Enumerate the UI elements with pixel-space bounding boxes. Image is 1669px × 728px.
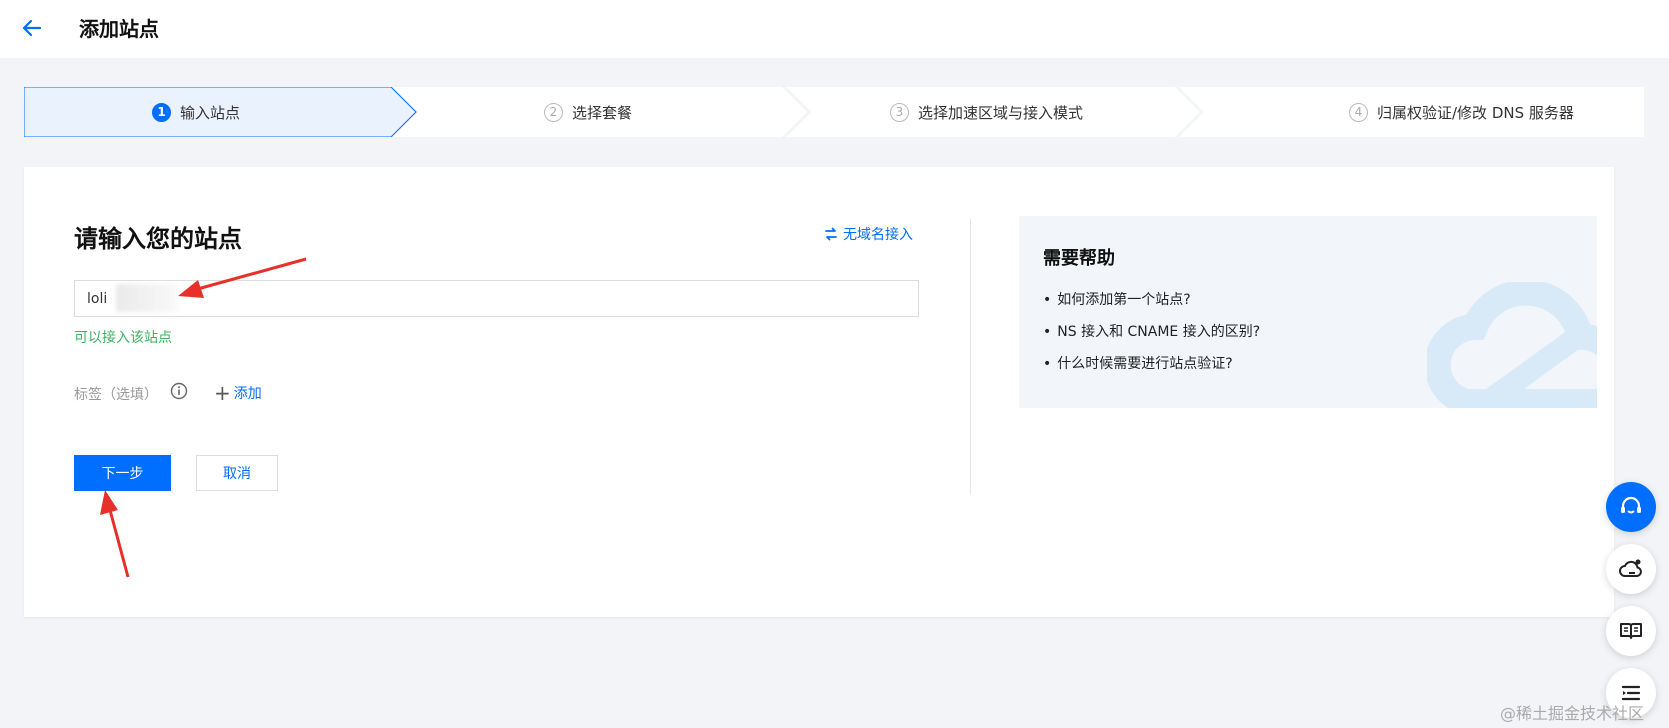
help-panel: 需要帮助 如何添加第一个站点? NS 接入和 CNAME 接入的区别? 什么时候… [1019, 216, 1597, 408]
watermark: @稀土掘金技术社区 [1500, 704, 1645, 723]
step-3-label: 选择加速区域与接入模式 [918, 103, 1084, 122]
help-link-site-verification[interactable]: 什么时候需要进行站点验证? [1043, 353, 1260, 385]
step-2-label: 选择套餐 [572, 103, 633, 122]
step-2: 2 选择套餐 [544, 87, 632, 137]
help-title: 需要帮助 [1043, 248, 1115, 269]
next-step-button[interactable]: 下一步 [74, 455, 171, 491]
support-button[interactable] [1606, 482, 1656, 532]
help-list: 如何添加第一个站点? NS 接入和 CNAME 接入的区别? 什么时候需要进行站… [1043, 289, 1260, 385]
back-arrow-icon[interactable] [20, 16, 44, 40]
headset-icon [1621, 496, 1641, 514]
no-domain-label: 无域名接入 [843, 227, 913, 243]
form-title: 请输入您的站点 [74, 225, 242, 253]
step-1-number: 1 [152, 102, 171, 122]
cloud-icon [1619, 559, 1642, 577]
book-icon [1620, 623, 1642, 639]
step-3-number: 3 [890, 102, 909, 122]
step-progress: 1 输入站点 2 选择套餐 3 选择加速区域与接入模式 4 归属权验证/修改 D… [24, 87, 1644, 137]
vertical-divider [970, 219, 971, 495]
cloud-button[interactable] [1606, 544, 1656, 594]
help-link-first-site[interactable]: 如何添加第一个站点? [1043, 289, 1260, 321]
step-4-label: 归属权验证/修改 DNS 服务器 [1377, 103, 1574, 122]
step-2-number: 2 [544, 102, 563, 122]
plus-icon: + [214, 381, 231, 405]
cancel-button[interactable]: 取消 [196, 455, 278, 491]
tag-label: 标签（选填） [74, 387, 158, 403]
site-input[interactable] [74, 280, 919, 317]
add-tag-label: 添加 [233, 386, 262, 402]
help-link-ns-vs-cname[interactable]: NS 接入和 CNAME 接入的区别? [1043, 321, 1260, 353]
switch-icon [825, 227, 837, 241]
add-site-card: 请输入您的站点 无域名接入 可以接入该站点 标签（选填） + 添加 下一步 取消… [24, 167, 1614, 617]
no-domain-link[interactable]: 无域名接入 [824, 224, 913, 244]
validation-message: 可以接入该站点 [74, 330, 172, 346]
redacted-blur [116, 284, 178, 312]
step-4-number: 4 [1349, 102, 1368, 122]
page-header: 添加站点 [0, 0, 1669, 58]
step-4: 4 归属权验证/修改 DNS 服务器 [1349, 87, 1574, 137]
cloud-decoration-icon [1427, 282, 1597, 408]
step-3: 3 选择加速区域与接入模式 [890, 87, 1083, 137]
step-1-label: 输入站点 [180, 103, 241, 122]
page-title: 添加站点 [79, 17, 159, 41]
step-1: 1 输入站点 [152, 87, 240, 137]
add-tag-button[interactable]: + 添加 [214, 383, 262, 403]
info-icon[interactable] [170, 382, 188, 400]
docs-button[interactable] [1606, 606, 1656, 656]
